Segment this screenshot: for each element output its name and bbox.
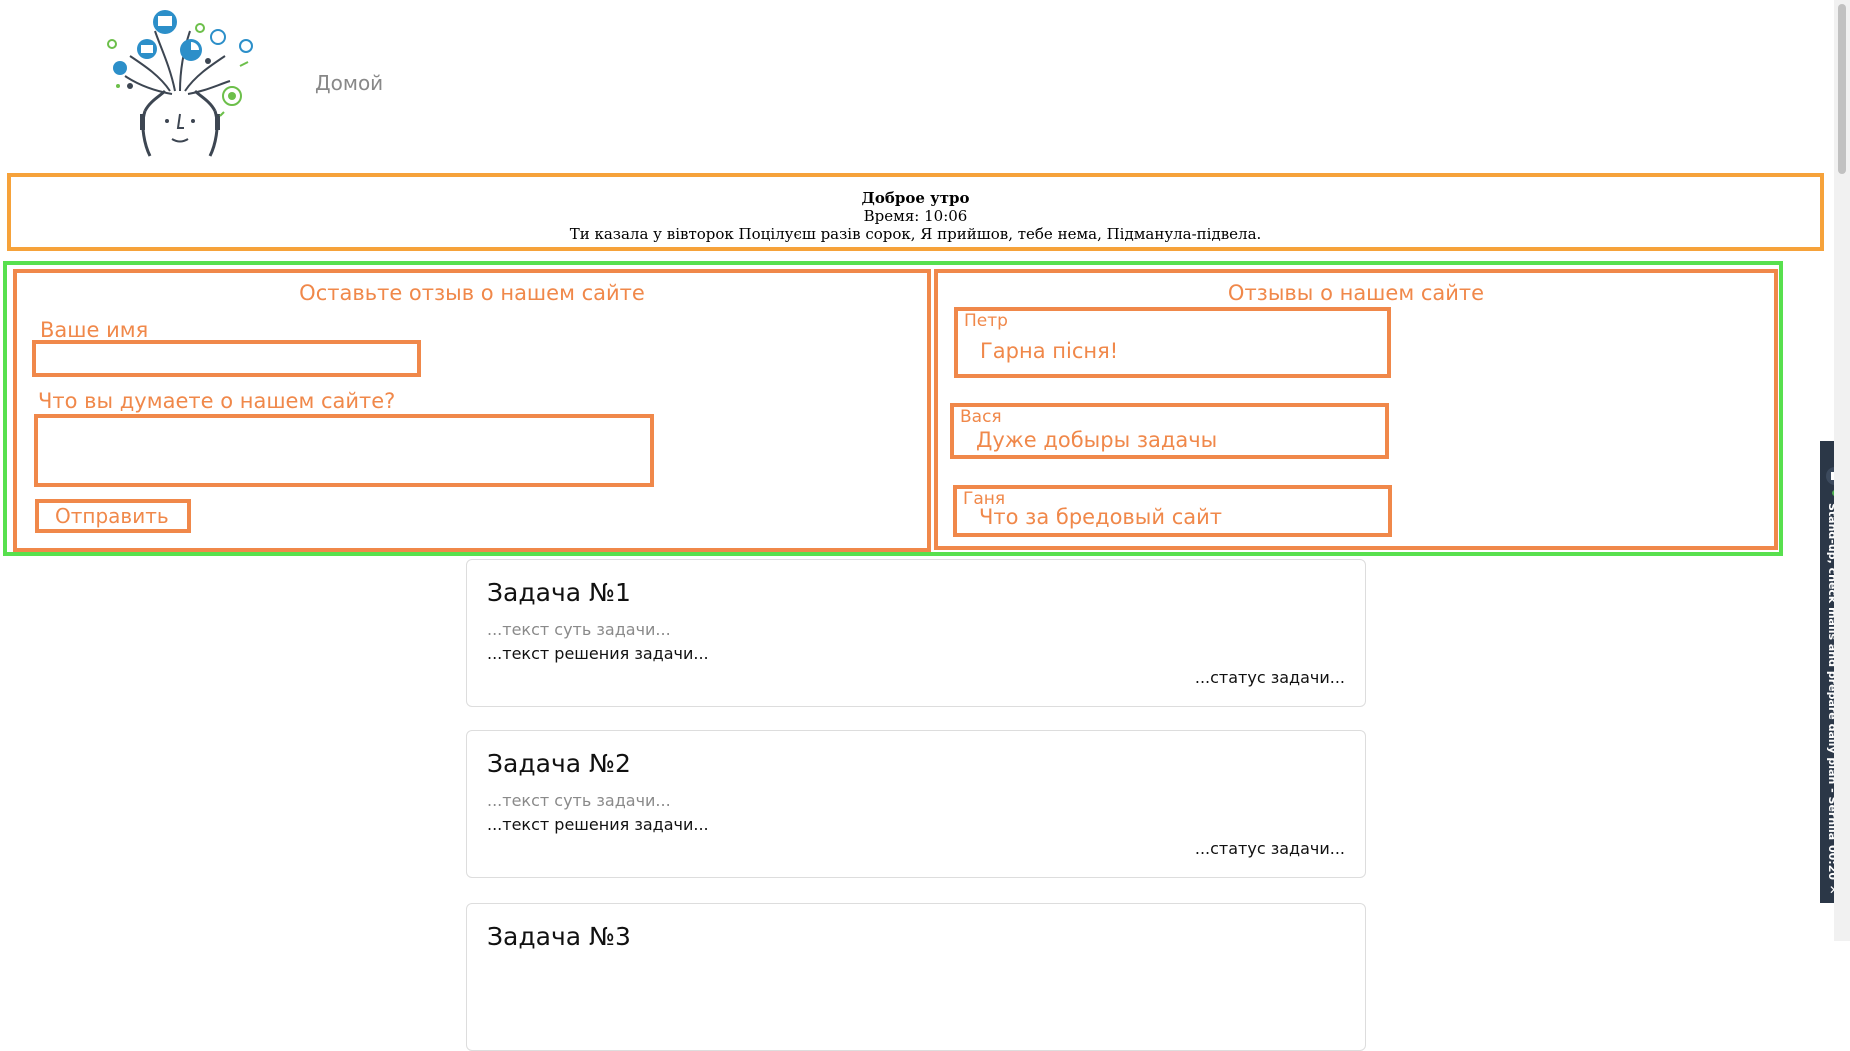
review-text: Гарна пісня! [980, 339, 1119, 363]
greeting-title: Доброе утро [861, 189, 970, 207]
task-title: Задача №3 [487, 922, 631, 951]
review-text: Дуже добыры задачы [976, 428, 1218, 452]
review-text: Что за бредовый сайт [979, 505, 1223, 529]
site-logo [100, 6, 260, 158]
head-with-ideas-logo [107, 10, 253, 157]
task-title: Задача №1 [487, 578, 631, 607]
page-scrollbar[interactable] [1834, 0, 1850, 941]
task-status: ...статус задачи... [1194, 668, 1345, 687]
task-card: Задача №1 ...текст суть задачи... ...тек… [466, 559, 1366, 707]
name-input[interactable] [32, 340, 421, 377]
task-card: Задача №2 ...текст суть задачи... ...тек… [466, 730, 1366, 878]
scrollbar-thumb[interactable] [1838, 4, 1846, 174]
reviews-list: Отзывы о нашем сайте Петр Гарна пісня! В… [934, 269, 1778, 550]
task-card: Задача №3 [466, 903, 1366, 1051]
name-label: Ваше имя [40, 318, 149, 342]
feedback-form-title: Оставьте отзыв о нашем сайте [299, 281, 645, 305]
submit-button[interactable]: Отправить [35, 499, 191, 533]
feedback-form: Оставьте отзыв о нашем сайте Ваше имя Чт… [13, 269, 931, 552]
task-essence: ...текст суть задачи... [487, 620, 671, 639]
review-author: Вася [960, 407, 1002, 427]
task-status: ...статус задачи... [1194, 839, 1345, 858]
task-title: Задача №2 [487, 749, 631, 778]
review-author: Петр [964, 311, 1008, 331]
comment-label: Что вы думаете о нашем сайте? [38, 389, 396, 413]
greeting-banner: Доброе утро Время: 10:06 Ти казала у вів… [7, 173, 1824, 251]
reviews-section: Оставьте отзыв о нашем сайте Ваше имя Чт… [3, 261, 1783, 556]
comment-textarea[interactable] [34, 414, 654, 487]
task-solution: ...текст решения задачи... [487, 815, 709, 834]
task-solution: ...текст решения задачи... [487, 644, 709, 663]
review-item: Вася Дуже добыры задачы [950, 403, 1389, 459]
reviews-title: Отзывы о нашем сайте [1227, 281, 1485, 305]
task-essence: ...текст суть задачи... [487, 791, 671, 810]
review-item: Петр Гарна пісня! [954, 307, 1391, 378]
greeting-time: Время: 10:06 [863, 207, 968, 225]
review-item: Ганя Что за бредовый сайт [953, 485, 1392, 537]
nav-home-link[interactable]: Домой [315, 71, 383, 95]
greeting-quote: Ти казала у вівторок Поцілуєш разів соро… [569, 225, 1262, 243]
